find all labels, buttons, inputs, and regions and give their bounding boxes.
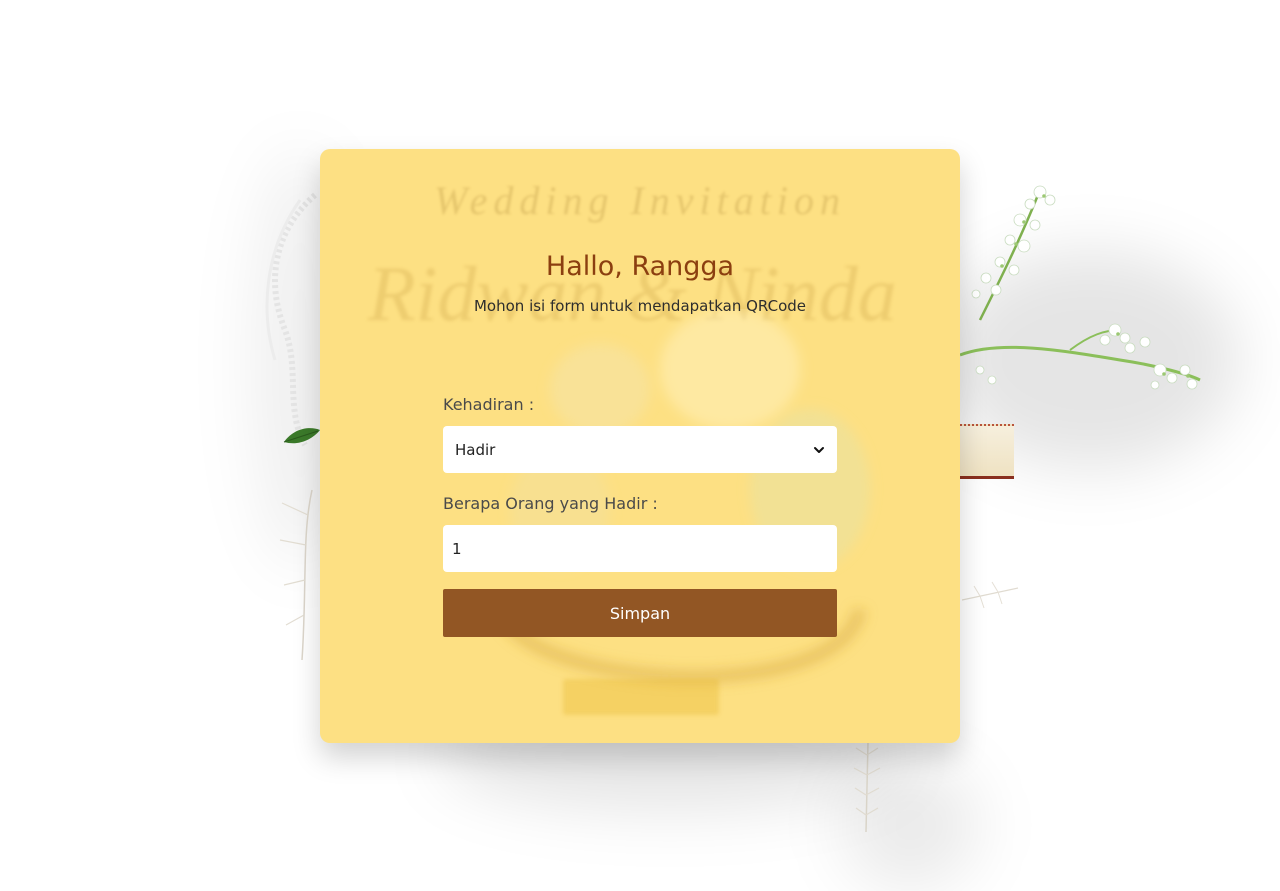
attendance-select[interactable]: Hadir (443, 426, 837, 473)
attendance-selected-value: Hadir (455, 440, 496, 459)
save-button[interactable]: Simpan (443, 589, 837, 637)
guest-count-input[interactable] (443, 525, 837, 572)
greeting-heading: Hallo, Rangga (545, 251, 735, 282)
background-invitation-title: Wedding Invitation (433, 178, 847, 223)
chevron-down-icon (814, 446, 824, 453)
flower-decoration (959, 185, 1201, 390)
sprig-decoration (853, 741, 881, 833)
rsvp-card: Wedding Invitation Ridwan & Ninda Hallo,… (320, 149, 960, 743)
ribbon-decoration (960, 424, 1014, 479)
lace-decoration (265, 192, 317, 447)
page: Wedding Invitation Ridwan & Ninda Hallo,… (0, 0, 1280, 891)
guest-count-label: Berapa Orang yang Hadir : (443, 494, 658, 513)
sprig-decoration (279, 489, 313, 661)
attendance-label: Kehadiran : (443, 395, 535, 414)
form-instruction: Mohon isi form untuk mendapatkan QRCode (473, 297, 807, 315)
sprig-decoration (961, 581, 1019, 609)
leaf-decoration (283, 428, 320, 444)
background-blurred-button (563, 679, 719, 715)
